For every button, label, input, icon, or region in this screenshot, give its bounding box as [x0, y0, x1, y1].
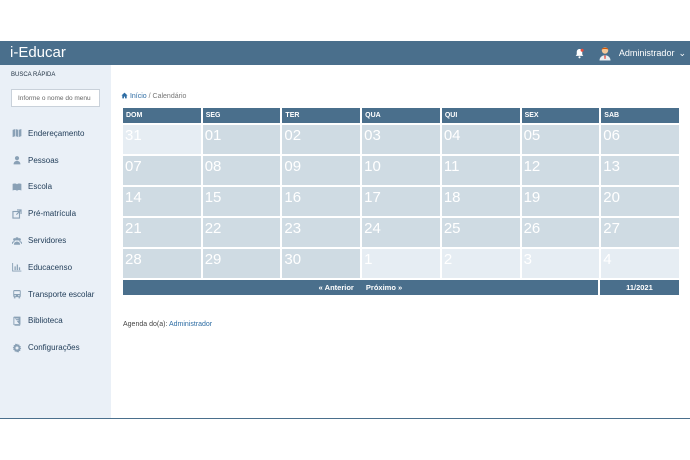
top-bar: i-Educar Administrador ⌄: [0, 41, 690, 65]
calendar-day[interactable]: 17: [362, 187, 440, 216]
person-icon: [13, 156, 21, 165]
calendar-footer: « Anterior Próximo » 11/2021: [123, 280, 679, 295]
calendar-day[interactable]: 12: [521, 156, 600, 185]
bottom-divider: [0, 418, 690, 419]
sidebar: BUSCA RÁPIDA Endereçamento Pessoas Escol…: [0, 65, 111, 419]
user-avatar-icon[interactable]: [597, 45, 613, 61]
sidebar-item-label: Pessoas: [28, 155, 59, 165]
calendar-day[interactable]: 23: [282, 218, 361, 247]
calendar-day[interactable]: 1: [362, 249, 440, 278]
calendar-day[interactable]: 08: [202, 156, 281, 185]
user-area: Administrador ⌄: [573, 41, 690, 65]
calendar-day[interactable]: 26: [521, 218, 600, 247]
calendar-day[interactable]: 27: [601, 218, 679, 247]
calendar-day[interactable]: 07: [123, 156, 201, 185]
prev-month-button[interactable]: « Anterior: [319, 283, 354, 292]
sidebar-menu: Endereçamento Pessoas Escola Pré-matrícu…: [0, 120, 111, 361]
calendar-day[interactable]: 14: [123, 187, 201, 216]
weekday-label: SEX: [521, 108, 600, 123]
weekday-label: QUI: [441, 108, 520, 123]
calendar-day[interactable]: 19: [521, 187, 600, 216]
calendar-day[interactable]: 13: [601, 156, 679, 185]
sidebar-item-biblioteca[interactable]: Biblioteca: [0, 308, 111, 335]
calendar-day[interactable]: 22: [202, 218, 281, 247]
calendar-day[interactable]: 04: [441, 125, 520, 154]
calendar: DOM SEG TER QUA QUI SEX SAB 31 01 02 03 …: [123, 108, 679, 295]
group-icon: [12, 236, 22, 245]
map-icon: [12, 129, 22, 138]
calendar-day[interactable]: 4: [601, 249, 679, 278]
quick-search-title: BUSCA RÁPIDA: [11, 72, 56, 78]
calendar-day[interactable]: 02: [282, 125, 361, 154]
calendar-day[interactable]: 2: [441, 249, 520, 278]
weekday-label: SAB: [601, 108, 679, 123]
calendar-day[interactable]: 09: [282, 156, 361, 185]
sidebar-item-label: Endereçamento: [28, 128, 85, 138]
calendar-day[interactable]: 25: [441, 218, 520, 247]
bus-icon: [13, 290, 21, 299]
sidebar-item-pre-matricula[interactable]: Pré-matrícula: [0, 200, 111, 227]
user-name[interactable]: Administrador: [619, 48, 675, 58]
calendar-day[interactable]: 11: [441, 156, 520, 185]
calendar-weekday-header: DOM SEG TER QUA QUI SEX SAB: [123, 108, 679, 123]
current-month-label: 11/2021: [599, 280, 679, 295]
sidebar-item-escola[interactable]: Escola: [0, 174, 111, 201]
calendar-day[interactable]: 21: [123, 218, 201, 247]
sidebar-item-label: Educacenso: [28, 262, 73, 272]
library-book-icon: [13, 316, 21, 326]
agenda-owner: Agenda do(a): Administrador: [123, 321, 212, 328]
sidebar-item-label: Escola: [28, 182, 53, 192]
home-icon: [121, 92, 128, 99]
calendar-day[interactable]: 10: [362, 156, 440, 185]
calendar-day[interactable]: 31: [123, 125, 201, 154]
calendar-day[interactable]: 15: [202, 187, 281, 216]
weekday-label: TER: [282, 108, 361, 123]
calendar-day[interactable]: 06: [601, 125, 679, 154]
weekday-label: QUA: [362, 108, 440, 123]
sidebar-item-servidores[interactable]: Servidores: [0, 227, 111, 254]
breadcrumb-home[interactable]: Início: [121, 92, 147, 100]
bar-chart-icon: [12, 263, 22, 272]
calendar-grid: 31 01 02 03 04 05 06 07 08 09 10 11 12 1…: [123, 125, 679, 278]
calendar-day[interactable]: 28: [123, 249, 201, 278]
calendar-day[interactable]: 18: [441, 187, 520, 216]
app-frame: i-Educar Administrador ⌄ BUSCA RÁPIDA En…: [0, 41, 690, 419]
sidebar-item-label: Biblioteca: [28, 316, 63, 326]
gear-icon: [12, 343, 22, 353]
external-link-icon: [12, 209, 22, 219]
weekday-label: DOM: [123, 108, 201, 123]
calendar-nav: « Anterior Próximo »: [123, 280, 598, 295]
calendar-day[interactable]: 20: [601, 187, 679, 216]
weekday-label: SEG: [202, 108, 281, 123]
calendar-day[interactable]: 05: [521, 125, 600, 154]
breadcrumb: Início / Calendário: [121, 92, 186, 100]
quick-search-input[interactable]: [11, 89, 100, 107]
calendar-day[interactable]: 03: [362, 125, 440, 154]
sidebar-item-label: Transporte escolar: [28, 289, 95, 299]
book-icon: [12, 183, 22, 191]
sidebar-item-educacenso[interactable]: Educacenso: [0, 254, 111, 281]
calendar-day[interactable]: 24: [362, 218, 440, 247]
sidebar-item-label: Configurações: [28, 343, 80, 353]
sidebar-item-transporte-escolar[interactable]: Transporte escolar: [0, 281, 111, 308]
calendar-day[interactable]: 30: [282, 249, 361, 278]
calendar-day[interactable]: 01: [202, 125, 281, 154]
calendar-day[interactable]: 29: [202, 249, 281, 278]
sidebar-item-label: Pré-matrícula: [28, 209, 77, 219]
breadcrumb-current: Calendário: [152, 93, 187, 100]
agenda-label: Agenda do(a):: [123, 321, 169, 328]
chevron-down-icon[interactable]: ⌄: [678, 48, 686, 59]
sidebar-item-label: Servidores: [28, 236, 67, 246]
sidebar-item-pessoas[interactable]: Pessoas: [0, 147, 111, 174]
sidebar-item-enderecamento[interactable]: Endereçamento: [0, 120, 111, 147]
sidebar-item-configuracoes[interactable]: Configurações: [0, 334, 111, 361]
brand-logo[interactable]: i-Educar: [10, 44, 66, 61]
bell-icon[interactable]: [573, 46, 587, 60]
main-content: Início / Calendário DOM SEG TER QUA QUI …: [111, 65, 690, 419]
calendar-day[interactable]: 16: [282, 187, 361, 216]
agenda-owner-link[interactable]: Administrador: [169, 321, 212, 328]
next-month-button[interactable]: Próximo »: [366, 283, 402, 292]
calendar-day[interactable]: 3: [521, 249, 600, 278]
